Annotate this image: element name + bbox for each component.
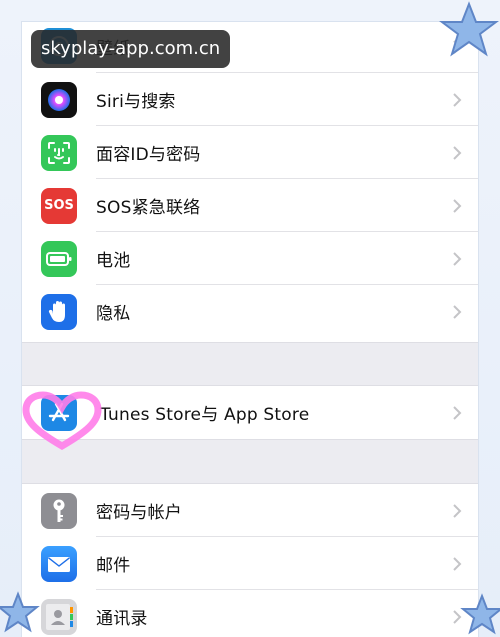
settings-list: 壁纸 Siri与搜索 [22, 22, 478, 637]
settings-row-label: 电池 [96, 251, 131, 271]
settings-row-mail[interactable]: 邮件 [22, 537, 478, 590]
chevron-right-icon [453, 556, 462, 571]
settings-row-faceid[interactable]: 面容ID与密码 [22, 126, 478, 179]
star-sticker-icon [0, 591, 40, 633]
section-spacer [22, 342, 478, 386]
settings-row-label: 密码与帐户 [96, 503, 182, 523]
settings-group-1: 壁纸 Siri与搜索 [22, 22, 478, 338]
chevron-right-icon [453, 198, 462, 213]
hand-icon [41, 293, 77, 330]
settings-row-contacts[interactable]: 通讯录 [22, 590, 478, 637]
star-sticker-icon [439, 1, 499, 57]
battery-icon [41, 240, 77, 277]
star-sticker-icon [460, 593, 500, 635]
chevron-right-icon [453, 251, 462, 266]
settings-row-label: 通讯录 [96, 609, 148, 629]
key-icon [41, 492, 77, 529]
settings-group-3: 密码与帐户 邮件 通讯录 [22, 484, 478, 637]
settings-row-siri[interactable]: Siri与搜索 [22, 73, 478, 126]
sos-icon: SOS [41, 187, 77, 224]
faceid-icon [41, 134, 77, 171]
chevron-right-icon [453, 145, 462, 160]
settings-row-label: SOS紧急联络 [96, 198, 201, 218]
settings-row-sos[interactable]: SOS SOS紧急联络 [22, 179, 478, 232]
settings-row-privacy[interactable]: 隐私 [22, 285, 478, 338]
spacer-top-line [22, 342, 478, 343]
settings-row-label: 隐私 [96, 304, 131, 324]
settings-row-label: Siri与搜索 [96, 92, 176, 112]
chevron-right-icon [453, 92, 462, 107]
siri-icon [41, 81, 77, 118]
contacts-icon [41, 598, 77, 635]
settings-row-label: 邮件 [96, 556, 131, 576]
sos-icon-text: SOS [44, 198, 74, 213]
mail-icon [41, 545, 77, 582]
settings-row-passwords-accounts[interactable]: 密码与帐户 [22, 484, 478, 537]
chevron-right-icon [453, 405, 462, 420]
chevron-right-icon [453, 503, 462, 518]
chevron-right-icon [453, 304, 462, 319]
settings-row-battery[interactable]: 电池 [22, 232, 478, 285]
watermark: skyplay-app.com.cn [31, 30, 231, 68]
heart-sticker-icon [22, 391, 102, 451]
settings-row-label: Tunes Store与 App Store [100, 405, 310, 425]
settings-row-label: 面容ID与密码 [96, 145, 201, 165]
